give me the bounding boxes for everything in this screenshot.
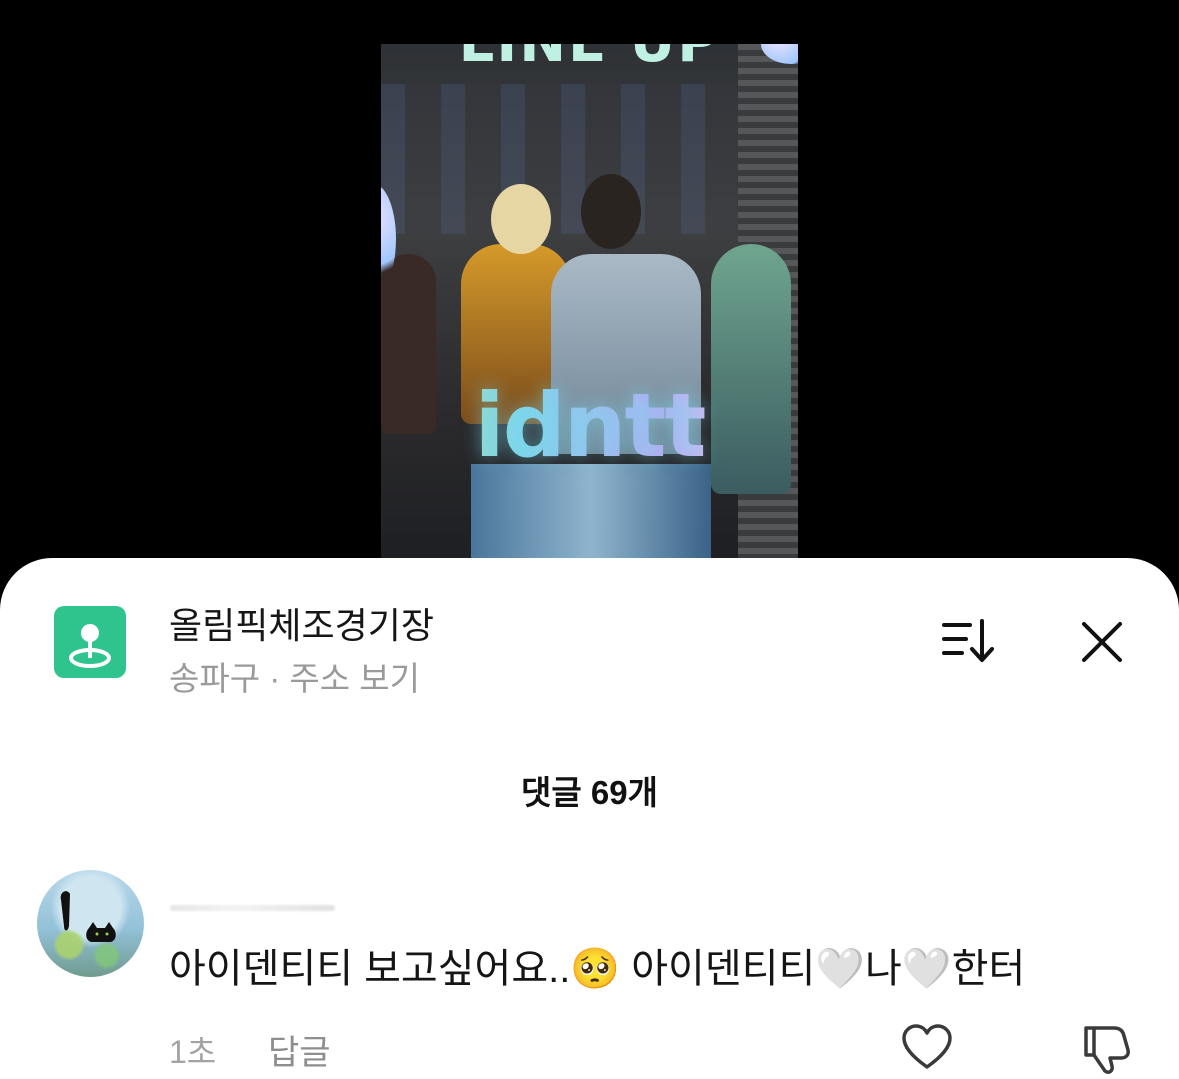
location-name[interactable]: 올림픽체조경기장 <box>169 597 434 649</box>
close-button[interactable] <box>1076 616 1128 668</box>
username-redacted <box>170 905 335 911</box>
comment-count: 댓글 69개 <box>521 774 658 811</box>
dancer-head <box>581 174 641 249</box>
comment-timestamp: 1초 <box>169 1034 217 1070</box>
like-button[interactable] <box>900 1022 954 1072</box>
video-player[interactable]: LINE UP idntt <box>381 44 798 564</box>
dancer-pants <box>471 464 711 564</box>
sort-button[interactable] <box>936 615 1000 669</box>
video-banner-text: LINE UP <box>381 44 798 75</box>
dancer-head <box>491 184 551 254</box>
sort-icon <box>942 619 994 662</box>
avatar[interactable] <box>37 870 144 977</box>
comment-text: 아이덴티티 보고싶어요..🥺 아이덴티티🤍나🤍한터 <box>169 947 1026 991</box>
dislike-button[interactable] <box>1078 1022 1134 1076</box>
cat-avatar-image <box>60 891 116 942</box>
location-subtitle[interactable]: 송파구 · 주소 보기 <box>169 652 420 700</box>
heart-icon <box>902 1024 952 1069</box>
close-icon <box>1082 622 1122 662</box>
reply-button[interactable]: 답글 <box>268 1025 331 1074</box>
video-overlay-text: idntt <box>381 374 798 477</box>
thumbs-down-icon <box>1084 1026 1130 1074</box>
map-pin-icon[interactable] <box>54 606 126 678</box>
